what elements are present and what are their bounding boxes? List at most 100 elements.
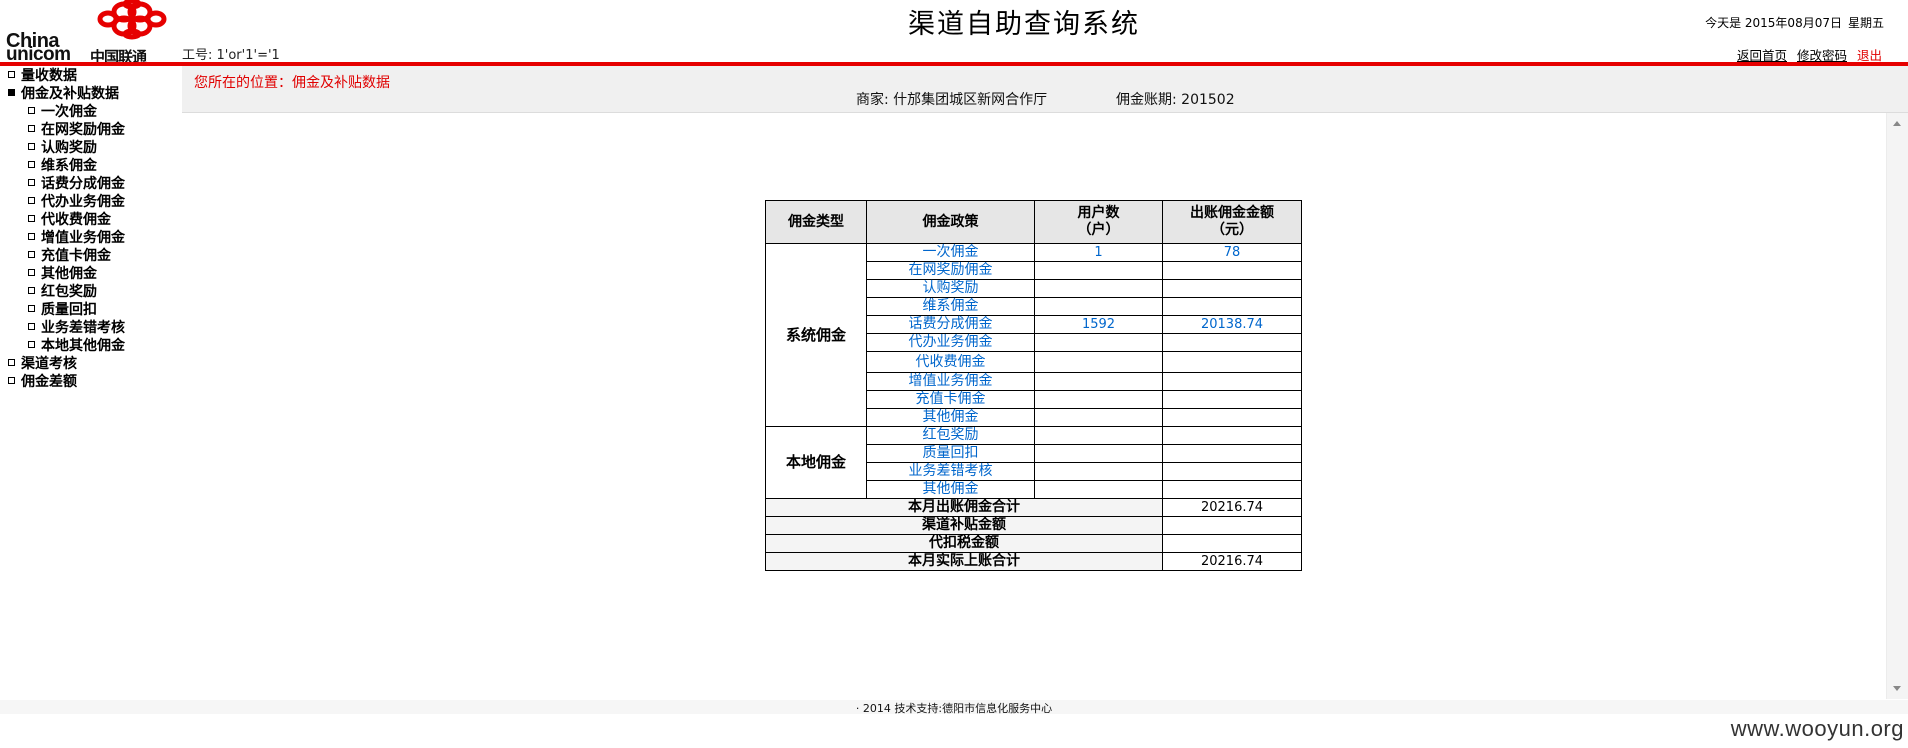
sidebar-item[interactable]: 佣金及补贴数据: [8, 84, 119, 104]
bullet-icon: [28, 142, 35, 150]
sidebar-item-label: 其他佣金: [41, 266, 97, 282]
user-count-cell: [1034, 261, 1163, 280]
commission-type-cell: 本地佣金: [765, 426, 867, 499]
bullet-icon: [28, 106, 35, 114]
sidebar-item-label: 佣金差额: [21, 374, 77, 390]
commission-amount-cell: [1162, 333, 1302, 352]
sidebar-item-label: 维系佣金: [41, 158, 97, 174]
user-count-cell: [1034, 480, 1163, 499]
user-count-cell: [1034, 390, 1163, 409]
commission-policy-link[interactable]: 增值业务佣金: [866, 372, 1035, 391]
sidebar-item[interactable]: 量收数据: [8, 66, 77, 86]
watermark: www.wooyun.org: [1730, 716, 1904, 741]
bullet-icon: [28, 160, 35, 168]
sidebar-item[interactable]: 一次佣金: [28, 102, 97, 122]
user-count-cell: [1034, 351, 1163, 373]
logout-link[interactable]: 退出: [1857, 48, 1882, 63]
scroll-up-icon[interactable]: [1893, 121, 1901, 126]
commission-amount-cell: [1162, 480, 1302, 499]
sidebar-item[interactable]: 维系佣金: [28, 156, 97, 176]
sidebar-item-label: 质量回扣: [41, 302, 97, 318]
summary-label: 本月实际上账合计: [765, 552, 1163, 571]
commission-policy-link[interactable]: 认购奖励: [866, 279, 1035, 298]
commission-policy-link[interactable]: 在网奖励佣金: [866, 261, 1035, 280]
sidebar-item[interactable]: 充值卡佣金: [28, 246, 111, 266]
commission-policy-link[interactable]: 代办业务佣金: [866, 333, 1035, 352]
date-text: 今天是 2015年08月07日: [1705, 16, 1842, 30]
commission-policy-link[interactable]: 一次佣金: [866, 243, 1035, 262]
commission-amount-cell: [1162, 279, 1302, 298]
commission-amount-cell: [1162, 462, 1302, 481]
commission-amount-cell: [1162, 444, 1302, 463]
sidebar-item-label: 业务差错考核: [41, 320, 125, 336]
sidebar-item[interactable]: 本地其他佣金: [28, 336, 125, 356]
commission-policy-link[interactable]: 其他佣金: [866, 408, 1035, 427]
sidebar-item-label: 红包奖励: [41, 284, 97, 300]
commission-amount-cell: 78: [1162, 243, 1302, 262]
home-link[interactable]: 返回首页: [1737, 48, 1787, 63]
commission-period-label: 佣金账期: 201502: [1116, 92, 1235, 108]
sidebar-item[interactable]: 增值业务佣金: [28, 228, 125, 248]
summary-label: 本月出账佣金合计: [765, 498, 1163, 517]
sidebar-item[interactable]: 业务差错考核: [28, 318, 125, 338]
summary-row: 本月实际上账合计 20216.74: [765, 552, 1302, 571]
user-count-cell: [1034, 297, 1163, 316]
vertical-scrollbar[interactable]: [1886, 113, 1908, 699]
commission-policy-link[interactable]: 其他佣金: [866, 480, 1035, 499]
header-user-count: 用户数 （户）: [1034, 200, 1163, 244]
bullet-icon: [28, 232, 35, 240]
sidebar-item-label: 代收费佣金: [41, 212, 111, 228]
summary-row: 代扣税金额: [765, 534, 1302, 553]
user-count-cell: [1034, 408, 1163, 427]
footer: · 2014 技术支持:德阳市信息化服务中心: [855, 702, 1053, 715]
commission-policy-link[interactable]: 业务差错考核: [866, 462, 1035, 481]
header: China unicom 中国联通 工号: 1'or'1'='1 渠道自助查询系…: [0, 0, 1908, 68]
commission-type-cell: 系统佣金: [765, 243, 867, 427]
commission-amount-cell: [1162, 372, 1302, 391]
sidebar-item-label: 话费分成佣金: [41, 176, 125, 192]
sidebar-item[interactable]: 红包奖励: [28, 282, 97, 302]
change-password-link[interactable]: 修改密码: [1797, 48, 1847, 63]
bullet-icon: [8, 358, 15, 366]
commission-policy-link[interactable]: 维系佣金: [866, 297, 1035, 316]
sidebar-item[interactable]: 其他佣金: [28, 264, 97, 284]
sidebar-item[interactable]: 质量回扣: [28, 300, 97, 320]
sidebar-item-label: 充值卡佣金: [41, 248, 111, 264]
summary-amount: 20216.74: [1162, 498, 1302, 517]
sidebar-item[interactable]: 话费分成佣金: [28, 174, 125, 194]
bullet-icon: [28, 250, 35, 258]
commission-policy-link[interactable]: 话费分成佣金: [866, 315, 1035, 334]
merchant-label: 商家: 什邡集团城区新网合作厅: [856, 92, 1048, 108]
location-bar: 您所在的位置：佣金及补贴数据 商家: 什邡集团城区新网合作厅 佣金账期: 201…: [182, 66, 1908, 113]
scroll-down-icon[interactable]: [1893, 686, 1901, 691]
bullet-icon: [28, 178, 35, 186]
sidebar-item-label: 佣金及补贴数据: [21, 86, 119, 102]
sidebar-item[interactable]: 认购奖励: [28, 138, 97, 158]
bullet-icon: [28, 268, 35, 276]
sidebar-item[interactable]: 代收费佣金: [28, 210, 111, 230]
commission-policy-link[interactable]: 充值卡佣金: [866, 390, 1035, 409]
commission-policy-link[interactable]: 代收费佣金: [866, 351, 1035, 373]
commission-policy-link[interactable]: 质量回扣: [866, 444, 1035, 463]
sidebar-item[interactable]: 代办业务佣金: [28, 192, 125, 212]
current-date: 今天是 2015年08月07日 星期五: [1705, 14, 1884, 31]
sidebar-item-label: 本地其他佣金: [41, 338, 125, 354]
sidebar-item-label: 量收数据: [21, 68, 77, 84]
summary-amount: [1162, 516, 1302, 535]
sidebar-item-label: 渠道考核: [21, 356, 77, 372]
header-commission-policy: 佣金政策: [866, 200, 1035, 244]
sidebar-item-label: 增值业务佣金: [41, 230, 125, 246]
sidebar-item[interactable]: 佣金差额: [8, 372, 77, 392]
bullet-icon: [28, 214, 35, 222]
user-count-cell: [1034, 462, 1163, 481]
sidebar-item[interactable]: 渠道考核: [8, 354, 77, 374]
header-commission-type: 佣金类型: [765, 200, 867, 244]
commission-amount-cell: [1162, 297, 1302, 316]
sidebar-item[interactable]: 在网奖励佣金: [28, 120, 125, 140]
user-count-cell: [1034, 426, 1163, 445]
table-row: 系统佣金 一次佣金 1 78: [765, 243, 1302, 427]
sidebar-item-label: 一次佣金: [41, 104, 97, 120]
summary-label: 代扣税金额: [765, 534, 1163, 553]
summary-amount: 20216.74: [1162, 552, 1302, 571]
commission-policy-link[interactable]: 红包奖励: [866, 426, 1035, 445]
